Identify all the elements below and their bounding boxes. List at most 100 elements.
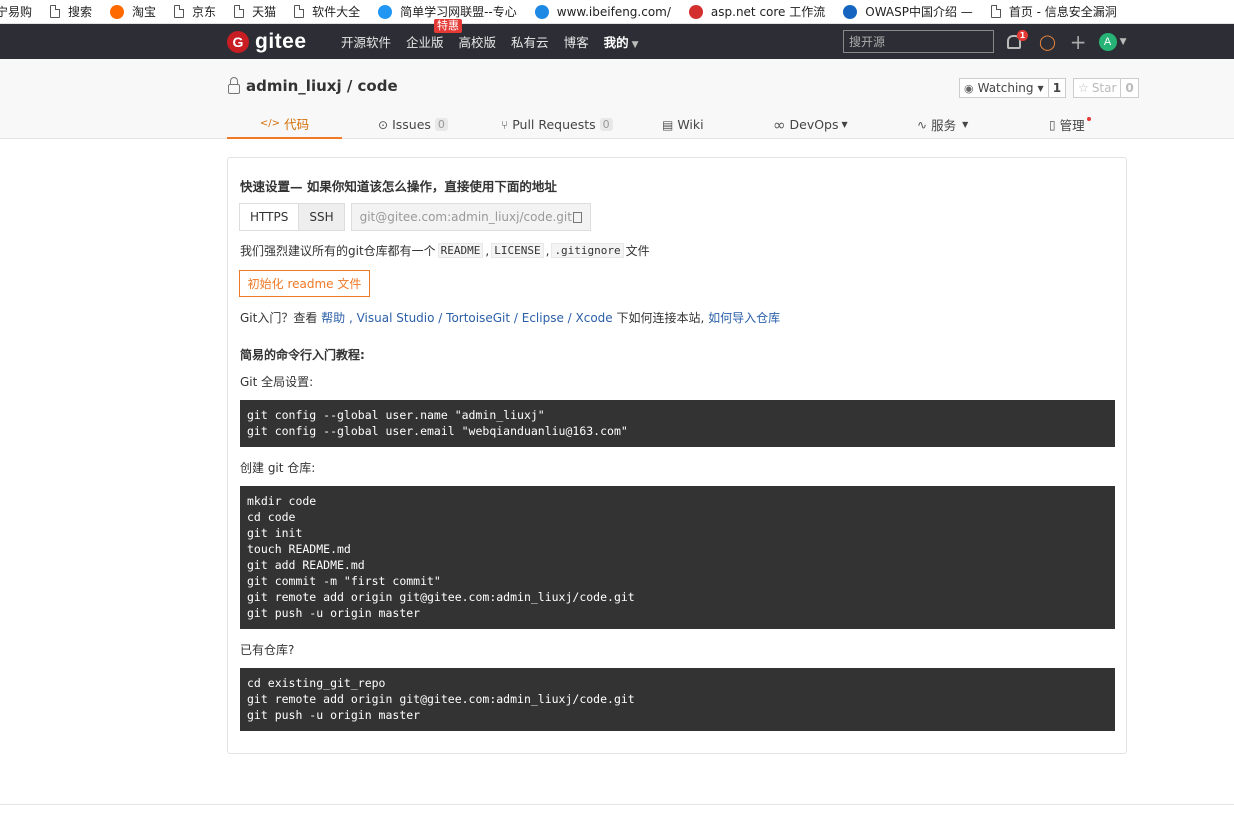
star-icon: ☆ [1078,81,1089,95]
chevron-down-icon[interactable]: ▼ [1120,37,1127,47]
bookmarks-bar: 宁易购 搜索 淘宝 京东 天猫 软件大全 简单学习网联盟--专心 www.ibeifeng.c… [0,0,1234,24]
star-button[interactable]: ☆ Star 0 [1073,78,1139,98]
code-line: touch README.md [247,542,351,556]
plus-icon[interactable]: + [1070,32,1087,52]
gitignore-tag: .gitignore [551,243,624,258]
chevron-down-icon: ▼ [962,120,969,129]
nav-link-mine[interactable]: 我的 ▼ [604,32,639,51]
code-line: git remote add origin git@gitee.com:admi… [247,692,635,706]
bookmark-item[interactable]: OWASP中国介绍 — [843,0,991,23]
repo-actions: ◉ Watching ▼ 1 ☆ Star 0 [959,78,1146,98]
create-repo-code: mkdir code cd code git init touch README.md… [240,486,1115,629]
pull-request-icon: ⑂ [501,117,509,132]
code-line: cd code [247,510,296,524]
bookmark-label: 天猫 [252,5,277,19]
taobao-icon [110,4,125,19]
global-setup-code: git config --global user.name "admin_liu… [240,400,1115,447]
tab-issues-label: Issues [392,117,431,132]
avatar[interactable]: A [1098,32,1117,51]
watch-button[interactable]: ◉ Watching ▼ 1 [959,78,1067,98]
bookmark-item[interactable]: 搜索 [50,0,110,23]
bookmark-label: OWASP中国介绍 — [865,5,973,19]
footer-divider [0,804,1234,805]
quick-setup-panel: 快速设置— 如果你知道该怎么操作，直接使用下面的地址 HTTPS SSH git… [227,157,1127,754]
copy-icon[interactable] [572,208,587,223]
search-input[interactable] [843,30,994,53]
help-middle: 下如何连接本站, [612,311,709,325]
tab-pull-requests[interactable]: ⑂ Pull Requests 0 [501,110,613,139]
star-button-label: ☆ Star [1074,79,1122,97]
star-count[interactable]: 0 [1121,79,1137,97]
top-nav: G gitee 开源软件 企业版 特惠 高校版 私有云 博客 我的▼ 1 ◯ +… [0,19,1234,59]
bookmark-label: asp.net core 工作流 [710,5,826,19]
nav-link-mine-label: 我的 [603,35,629,50]
watch-label: Watching [977,81,1034,95]
comma-1: , [485,243,490,258]
promo-badge: 特惠 [434,19,463,33]
bookmark-item[interactable]: 首页 - 信息安全漏洞 [990,0,1135,23]
https-toggle[interactable]: HTTPS [239,203,300,231]
pulse-icon: ∿ [917,117,928,132]
tab-services-label: 服务 [931,118,957,133]
tab-services[interactable]: ∿ 服务 ▼ [917,110,968,139]
code-line: git push -u origin master [247,606,421,620]
ssh-toggle[interactable]: SSH [299,203,345,231]
page-icon [234,5,245,18]
code-line: git config --global user.email "webqiand… [247,424,628,438]
existing-repo-code: cd existing_git_repo git remote add origi… [240,668,1115,731]
help-link[interactable]: 帮助 [321,309,345,326]
gitee-logo[interactable]: G gitee [227,30,307,54]
issues-icon: ⊙ [378,117,389,132]
page-icon [294,5,305,18]
chevron-down-icon: ▼ [631,40,639,50]
code-line: git init [247,526,303,540]
owasp-icon [843,4,858,19]
clone-url-field[interactable]: git@gitee.com:admin_liuxj/code.git [350,203,591,231]
tab-wiki[interactable]: ▤ Wiki [662,110,704,139]
watch-button-label: ◉ Watching ▼ [960,79,1049,97]
bookmark-item[interactable]: 软件大全 [294,0,378,23]
global-setup-label: Git 全局设置: [240,375,314,389]
watch-count[interactable]: 1 [1049,79,1065,97]
tab-manage[interactable]: ▯ 管理 [1049,110,1091,139]
bookmark-item[interactable]: www.ibeifeng.com/ [534,0,689,23]
tab-code[interactable]: </> 代码 [227,110,342,139]
recommendation-suffix: 文件 [625,244,650,258]
bookmark-item[interactable]: 淘宝 [110,0,174,23]
tab-issues[interactable]: ⊙ Issues 0 [378,110,448,139]
nav-link-private-cloud[interactable]: 私有云 [511,32,549,51]
page-icon [990,5,1001,18]
jdxx-icon [378,4,393,19]
star-label: Star [1091,81,1117,95]
repo-header: admin_liuxj / code ◉ Watching ▼ 1 ☆ Star… [0,59,1234,139]
help-prefix: Git入门？查看 [240,311,322,325]
import-repo-link[interactable]: 如何导入仓库 [708,309,780,326]
tab-devops[interactable]: ∞ DevOps ▼ [773,110,848,139]
bookmark-item[interactable]: 京东 [174,0,234,23]
page-icon [50,5,61,18]
repo-name-link[interactable]: code [358,77,398,95]
nav-link-enterprise[interactable]: 企业版 特惠 [406,19,463,51]
bookmark-item[interactable]: 天猫 [234,0,294,23]
nav-link-education[interactable]: 高校版 [459,32,497,51]
code-icon: </> [259,118,281,129]
bookmark-item[interactable]: 宁易购 [0,0,50,23]
code-line: git commit -m "first commit" [247,574,441,588]
nav-link-opensource[interactable]: 开源软件 [341,32,391,51]
code-line: git remote add origin git@gitee.com:admi… [247,590,635,604]
repo-owner-link[interactable]: admin_liuxj [246,77,342,95]
init-readme-button[interactable]: 初始化 readme 文件 [239,270,370,297]
ide-links[interactable]: , Visual Studio / TortoiseGit / Eclipse … [345,311,613,325]
tutorial-title: 简易的命令行入门教程: [240,348,365,362]
lightbulb-icon[interactable]: ◯ [1039,33,1056,51]
nav-link-blog[interactable]: 博客 [564,32,589,51]
nav-links: 开源软件 企业版 特惠 高校版 私有云 博客 我的 ▼ [341,19,654,59]
chevron-down-icon: ▼ [1037,83,1044,93]
eye-icon: ◉ [964,81,974,95]
bookmark-item[interactable]: asp.net core 工作流 [688,0,843,23]
bookmark-label: 京东 [192,5,217,19]
nav-link-enterprise-label: 企业版 [406,35,444,50]
quick-setup-title: 快速设置— 如果你知道该怎么操作，直接使用下面的地址 [240,179,557,194]
manage-alert-dot [1086,116,1091,121]
bell-icon[interactable]: 1 [1007,29,1028,49]
